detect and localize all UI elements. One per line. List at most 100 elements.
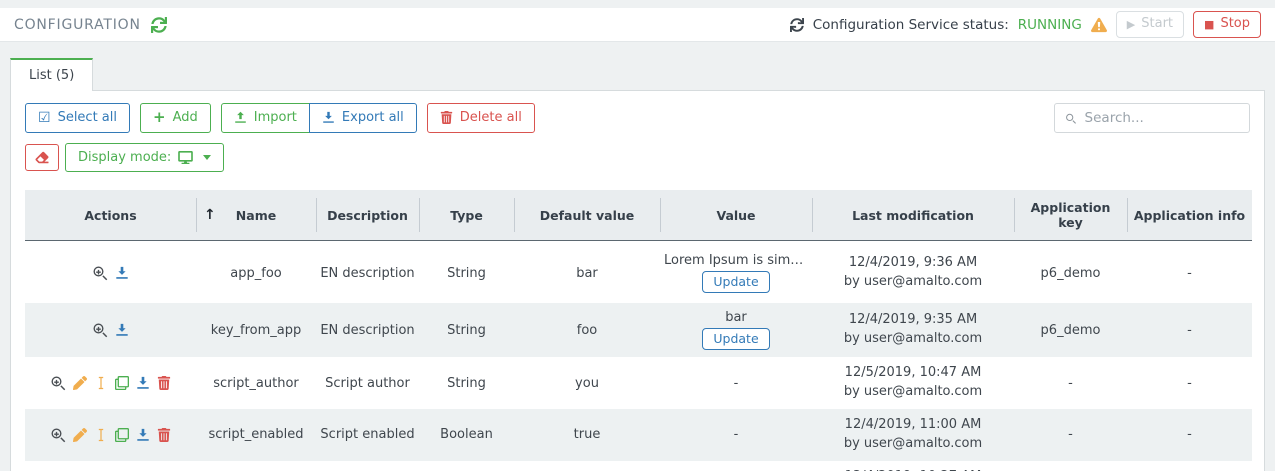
table-row: app_fooEN descriptionStringbarLorem Ipsu… — [25, 241, 1252, 304]
column-header-value[interactable]: Value — [660, 190, 812, 241]
column-header-description[interactable]: Description — [316, 190, 419, 241]
table-header-row: Actions↑NameDescriptionTypeDefault value… — [25, 190, 1252, 241]
app-header: CONFIGURATION Configuration Service stat… — [0, 8, 1275, 42]
value-cell: - — [660, 461, 812, 471]
actions-cell — [25, 409, 196, 461]
column-header-default-value[interactable]: Default value — [514, 190, 660, 241]
table-row: script_nameScript nameStringmyScriptName… — [25, 461, 1252, 471]
update-button[interactable]: Update — [702, 328, 769, 350]
start-button[interactable]: ▶ Start — [1116, 11, 1184, 38]
actions-cell — [25, 357, 196, 409]
search-input[interactable] — [1085, 110, 1239, 126]
monitor-icon — [178, 151, 193, 164]
trash-icon — [440, 111, 453, 124]
last-modification-cell: 12/4/2019, 10:27 AMby user@amalto.com — [812, 461, 1014, 471]
modified-date: 12/4/2019, 9:36 AM — [816, 254, 1010, 273]
description-cell: Script author — [316, 357, 419, 409]
delete-icon[interactable] — [157, 376, 171, 390]
rename-icon[interactable] — [94, 376, 108, 390]
clear-selection-button[interactable] — [25, 144, 59, 171]
application-key-cell: - — [1014, 461, 1127, 471]
download-icon[interactable] — [115, 266, 129, 280]
rename-icon[interactable] — [94, 428, 108, 442]
plus-icon: + — [153, 111, 166, 125]
application-info-cell: - — [1127, 409, 1252, 461]
warning-icon — [1091, 17, 1107, 33]
tab-list[interactable]: List (5) — [10, 58, 93, 91]
delete-icon[interactable] — [157, 428, 171, 442]
zoom-in-icon[interactable] — [50, 427, 66, 443]
table-row: script_enabledScript enabledBooleantrue-… — [25, 409, 1252, 461]
search-icon — [1065, 112, 1077, 125]
add-button[interactable]: + Add — [140, 103, 211, 133]
status-refresh-icon[interactable] — [790, 18, 804, 32]
import-button[interactable]: Import — [221, 103, 310, 133]
export-all-button[interactable]: Export all — [309, 103, 417, 133]
default-value-cell: true — [514, 409, 660, 461]
modified-by: by user@amalto.com — [816, 273, 1010, 292]
zoom-in-icon[interactable] — [50, 375, 66, 391]
display-mode-button[interactable]: Display mode: — [65, 143, 224, 173]
download-icon[interactable] — [136, 376, 150, 390]
application-key-cell: p6_demo — [1014, 241, 1127, 304]
column-header-label: Description — [327, 208, 408, 223]
description-cell: EN description — [316, 303, 419, 357]
download-icon — [322, 111, 335, 124]
column-header-application-info[interactable]: Application info — [1127, 190, 1252, 241]
modified-date: 12/4/2019, 9:35 AM — [816, 311, 1010, 330]
value-cell: Lorem Ipsum is simply ... Update — [660, 241, 812, 304]
value-text: bar — [664, 310, 808, 325]
stop-icon: ■ — [1204, 19, 1214, 30]
duplicate-icon[interactable] — [115, 376, 129, 390]
actions-cell — [25, 303, 196, 357]
application-key-cell: - — [1014, 409, 1127, 461]
value-cell: - — [660, 409, 812, 461]
zoom-in-icon[interactable] — [92, 322, 108, 338]
edit-icon[interactable] — [73, 428, 87, 442]
modified-date: 12/4/2019, 11:00 AM — [816, 416, 1010, 435]
value-text: - — [664, 427, 808, 442]
default-value-cell: myScriptName — [514, 461, 660, 471]
name-cell: app_foo — [196, 241, 316, 304]
chevron-down-icon — [203, 155, 211, 160]
column-header-label: Type — [450, 208, 483, 223]
column-header-type[interactable]: Type — [419, 190, 514, 241]
column-header-application-key[interactable]: Application key — [1014, 190, 1127, 241]
delete-all-button[interactable]: Delete all — [427, 103, 535, 133]
update-button[interactable]: Update — [702, 271, 769, 293]
value-text: Lorem Ipsum is simply ... — [664, 253, 808, 268]
application-key-cell: - — [1014, 357, 1127, 409]
configuration-table: Actions↑NameDescriptionTypeDefault value… — [25, 190, 1252, 471]
type-cell: String — [419, 303, 514, 357]
select-all-button[interactable]: ☑ Select all — [25, 103, 130, 133]
duplicate-icon[interactable] — [115, 428, 129, 442]
column-header-name[interactable]: ↑Name — [196, 190, 316, 241]
search-box — [1054, 103, 1250, 133]
tab-bar: List (5) — [10, 58, 1265, 90]
refresh-icon[interactable] — [151, 17, 167, 33]
table-row: key_from_appEN descriptionStringfoobarUp… — [25, 303, 1252, 357]
type-cell: String — [419, 241, 514, 304]
column-header-last-modification[interactable]: Last modification — [812, 190, 1014, 241]
application-info-cell: - — [1127, 241, 1252, 304]
name-cell: script_enabled — [196, 409, 316, 461]
download-icon[interactable] — [136, 428, 150, 442]
value-text: - — [664, 376, 808, 391]
column-header-label: Last modification — [852, 208, 974, 223]
modified-by: by user@amalto.com — [816, 435, 1010, 454]
description-cell: Script enabled — [316, 409, 419, 461]
zoom-in-icon[interactable] — [92, 265, 108, 281]
default-value-cell: bar — [514, 241, 660, 304]
edit-icon[interactable] — [73, 376, 87, 390]
name-cell: script_name — [196, 461, 316, 471]
modified-date: 12/5/2019, 10:47 AM — [816, 364, 1010, 383]
download-icon[interactable] — [115, 323, 129, 337]
stop-button[interactable]: ■ Stop — [1193, 11, 1261, 38]
default-value-cell: foo — [514, 303, 660, 357]
configuration-table-wrap: Actions↑NameDescriptionTypeDefault value… — [11, 190, 1264, 471]
modified-by: by user@amalto.com — [816, 383, 1010, 402]
upload-icon — [234, 111, 247, 124]
column-header-label: Application info — [1134, 208, 1245, 223]
description-cell: EN description — [316, 241, 419, 304]
last-modification-cell: 12/4/2019, 9:35 AMby user@amalto.com — [812, 303, 1014, 357]
